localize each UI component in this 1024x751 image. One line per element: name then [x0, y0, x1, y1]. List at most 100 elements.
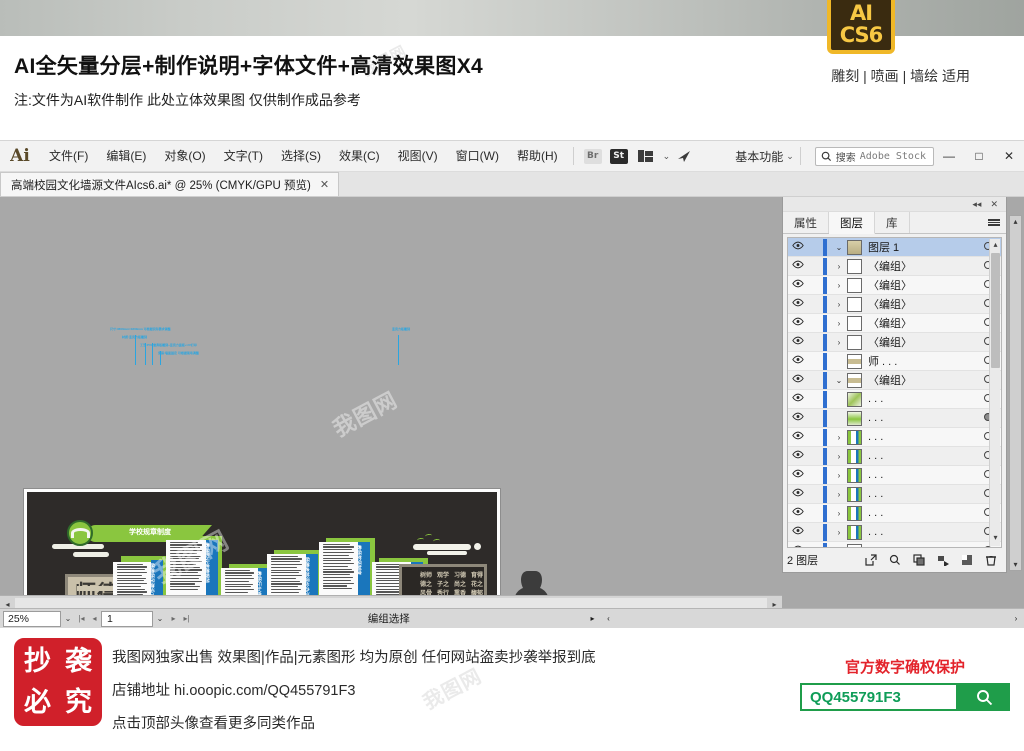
workspace-chevron-icon[interactable]: ⌄: [786, 151, 794, 162]
eye-icon[interactable]: [788, 488, 808, 500]
menu-file[interactable]: 文件(F): [40, 141, 97, 172]
menu-edit[interactable]: 编辑(E): [97, 141, 155, 172]
layer-row[interactable]: › . . .: [788, 523, 1001, 542]
maximize-button[interactable]: □: [964, 144, 994, 168]
twirl-icon[interactable]: ›: [831, 509, 847, 518]
eye-icon[interactable]: [788, 279, 808, 291]
layer-row[interactable]: › . . .: [788, 447, 1001, 466]
eye-icon[interactable]: [788, 469, 808, 481]
new-layer-icon[interactable]: [956, 551, 978, 569]
zoom-dropdown-icon[interactable]: ⌄: [61, 614, 75, 623]
layer-row[interactable]: . . .: [788, 542, 1001, 547]
twirl-icon[interactable]: ›: [831, 471, 847, 480]
close-panel-icon[interactable]: ✕: [990, 199, 998, 210]
minimize-button[interactable]: —: [934, 144, 964, 168]
layer-row[interactable]: 师 . . .: [788, 352, 1001, 371]
twirl-icon[interactable]: ›: [831, 452, 847, 461]
tab-layers[interactable]: 图层: [829, 212, 875, 234]
menu-select[interactable]: 选择(S): [272, 141, 330, 172]
eye-icon[interactable]: [788, 317, 808, 329]
layer-row[interactable]: › . . .: [788, 466, 1001, 485]
layer-row[interactable]: › . . .: [788, 428, 1001, 447]
scroll-down-icon[interactable]: ▾: [990, 533, 1001, 545]
first-artboard-button[interactable]: |◂: [75, 614, 88, 623]
artboard[interactable]: 师德 师风 学校规章制度 师德师风建设方案: [23, 488, 501, 595]
eye-icon[interactable]: [788, 241, 808, 253]
layer-row[interactable]: › 〈编组〉: [788, 276, 1001, 295]
menu-window[interactable]: 窗口(W): [447, 141, 508, 172]
document-tab[interactable]: 高端校园文化墙源文件AIcs6.ai* @ 25% (CMYK/GPU 预览) …: [0, 172, 340, 196]
rights-code-input[interactable]: QQ455791F3: [800, 683, 958, 711]
chevron-down-icon[interactable]: ⌄: [663, 151, 671, 162]
new-sublayer-icon[interactable]: [908, 551, 930, 569]
layer-row[interactable]: › 〈编组〉: [788, 333, 1001, 352]
layer-row[interactable]: › 〈编组〉: [788, 314, 1001, 333]
twirl-icon[interactable]: ›: [831, 433, 847, 442]
adobe-stock-search[interactable]: 搜索 Adobe Stock: [814, 146, 934, 166]
layer-row[interactable]: › 〈编组〉: [788, 257, 1001, 276]
menu-type[interactable]: 文字(T): [215, 141, 272, 172]
locate-object-icon[interactable]: [860, 551, 882, 569]
eye-icon[interactable]: [788, 355, 808, 367]
layer-row[interactable]: › . . .: [788, 485, 1001, 504]
twirl-icon[interactable]: ›: [831, 338, 847, 347]
delete-layer-icon[interactable]: [980, 551, 1002, 569]
layer-row[interactable]: › . . .: [788, 504, 1001, 523]
search-icon[interactable]: [884, 551, 906, 569]
artboard-dropdown-icon[interactable]: ⌄: [153, 614, 167, 623]
eye-icon[interactable]: [788, 526, 808, 538]
twirl-icon[interactable]: ⌄: [831, 376, 847, 385]
layer-row[interactable]: . . .: [788, 409, 1001, 428]
stock-icon[interactable]: St: [609, 148, 628, 164]
tab-libraries[interactable]: 库: [875, 212, 910, 233]
layer-row[interactable]: ⌄ 图层 1: [788, 238, 1001, 257]
collapse-panel-icon[interactable]: ◂◂: [972, 199, 981, 210]
layer-list[interactable]: ⌄ 图层 1 › 〈编组〉 › 〈编组〉 › 〈编组〉 › 〈编组〉 › 〈编组〉师 . . . ⌄ 〈编…: [787, 237, 1002, 548]
canvas-area[interactable]: 尺寸:3600mm×1800mm 可根据实际需求调整 材质:亚克力板雕刻 工艺:…: [0, 197, 782, 595]
menu-object[interactable]: 对象(O): [155, 141, 214, 172]
twirl-icon[interactable]: ›: [831, 528, 847, 537]
layer-row[interactable]: . . .: [788, 390, 1001, 409]
eye-icon[interactable]: [788, 412, 808, 424]
prev-artboard-button[interactable]: ◂: [88, 614, 101, 623]
twirl-icon[interactable]: ⌄: [831, 243, 847, 252]
eye-icon[interactable]: [788, 336, 808, 348]
rights-search-button[interactable]: [958, 683, 1010, 711]
release-to-layers-icon[interactable]: [932, 551, 954, 569]
layer-row[interactable]: ⌄ 〈编组〉: [788, 371, 1001, 390]
bridge-icon[interactable]: Br: [583, 148, 602, 164]
menu-view[interactable]: 视图(V): [389, 141, 447, 172]
publish-online-icon[interactable]: [674, 148, 694, 164]
twirl-icon[interactable]: ›: [831, 490, 847, 499]
twirl-icon[interactable]: ›: [831, 281, 847, 290]
next-artboard-button[interactable]: ▸: [167, 614, 180, 623]
status-resize-icon[interactable]: ‹: [601, 614, 617, 623]
dock-vertical-scrollbar[interactable]: ▴ ▾: [1009, 215, 1022, 571]
status-menu-icon[interactable]: ▸: [585, 614, 601, 623]
workspace-switcher[interactable]: 基本功能: [735, 148, 783, 165]
dock-scroll-up-icon[interactable]: ▴: [1010, 217, 1021, 226]
artboard-number-field[interactable]: 1: [101, 610, 153, 627]
last-artboard-button[interactable]: ▸|: [180, 614, 193, 623]
eye-icon[interactable]: [788, 450, 808, 462]
eye-icon[interactable]: [788, 393, 808, 405]
dock-scroll-down-icon[interactable]: ▾: [1010, 560, 1021, 569]
eye-icon[interactable]: [788, 374, 808, 386]
eye-icon[interactable]: [788, 298, 808, 310]
scroll-up-icon[interactable]: ▴: [990, 240, 1001, 252]
eye-icon[interactable]: [788, 260, 808, 272]
scroll-thumb[interactable]: [991, 253, 1000, 368]
twirl-icon[interactable]: ›: [831, 319, 847, 328]
tab-properties[interactable]: 属性: [783, 212, 829, 233]
menu-effect[interactable]: 效果(C): [330, 141, 389, 172]
panel-menu-icon[interactable]: [982, 212, 1006, 233]
tab-close-icon[interactable]: ✕: [320, 178, 329, 191]
eye-icon[interactable]: [788, 507, 808, 519]
eye-icon[interactable]: [788, 431, 808, 443]
arrange-documents-icon[interactable]: [636, 148, 656, 164]
zoom-level-field[interactable]: 25%: [3, 610, 61, 627]
twirl-icon[interactable]: ›: [831, 262, 847, 271]
twirl-icon[interactable]: ›: [831, 300, 847, 309]
layer-row[interactable]: › 〈编组〉: [788, 295, 1001, 314]
status-scroll-right-icon[interactable]: ›: [1008, 614, 1024, 623]
